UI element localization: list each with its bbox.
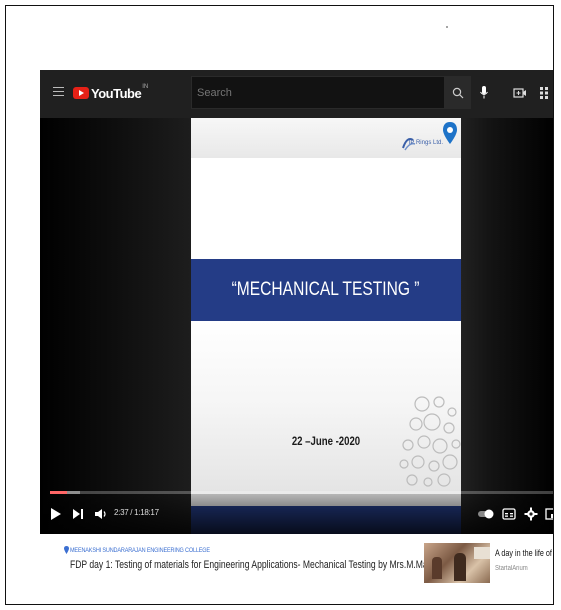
player-controls: 2:37 / 1:18:17 (40, 494, 554, 534)
player-letterbox-left (40, 118, 191, 534)
time-display: 2:37 / 1:18:17 (114, 508, 159, 517)
search-box (191, 76, 445, 109)
autoplay-toggle-icon[interactable] (477, 507, 495, 521)
youtube-page: YouTube IN Search IP Rings Ltd. “MECHANI… (40, 70, 554, 604)
slide-date: 22 –June -2020 (291, 434, 361, 448)
search-icon (452, 87, 464, 98)
next-video-thumbnail[interactable] (424, 543, 490, 583)
video-player[interactable]: IP Rings Ltd. “MECHANICAL TESTING ” 22 –… (40, 118, 554, 534)
play-icon[interactable] (50, 507, 62, 521)
next-video-channel: StartalArium (495, 565, 528, 572)
country-code: IN (142, 84, 149, 90)
video-title: FDP day 1: Testing of materials for Engi… (70, 559, 444, 571)
video-info: MEENAKSHI SUNDARARAJAN ENGINEERING COLLE… (40, 534, 553, 604)
speck (446, 26, 448, 28)
channel-name[interactable]: MEENAKSHI SUNDARARAJAN ENGINEERING COLLE… (70, 547, 210, 554)
settings-gear-icon[interactable] (524, 507, 538, 521)
youtube-play-icon (73, 87, 89, 99)
menu-icon[interactable] (53, 87, 64, 97)
slide-header: IP Rings Ltd. (191, 118, 461, 158)
youtube-logo[interactable]: YouTube IN (73, 84, 148, 102)
next-video-title[interactable]: A day in the life of Me (495, 548, 553, 558)
create-video-icon[interactable] (513, 86, 527, 100)
apps-grid-icon[interactable] (537, 86, 551, 100)
slide-title-banner: “MECHANICAL TESTING ” (191, 259, 461, 321)
company-logo-text: IP Rings Ltd. (408, 140, 443, 146)
top-bar: YouTube IN (40, 70, 553, 118)
miniplayer-icon[interactable] (545, 507, 554, 521)
location-pin-icon (443, 122, 457, 144)
location-pin-icon (64, 546, 69, 554)
microphone-icon (480, 85, 488, 98)
search-input[interactable] (192, 77, 417, 108)
logo-text: YouTube (91, 85, 142, 101)
next-icon[interactable] (72, 507, 84, 521)
subtitles-icon[interactable] (502, 507, 516, 521)
search-button[interactable] (445, 76, 471, 109)
voice-search-button[interactable] (475, 80, 493, 104)
player-letterbox-right (460, 118, 553, 534)
volume-icon[interactable] (94, 507, 108, 521)
screenshot-frame: YouTube IN Search IP Rings Ltd. “MECHANI… (5, 5, 554, 605)
slide-title: “MECHANICAL TESTING ” (232, 279, 420, 300)
presentation-slide: IP Rings Ltd. “MECHANICAL TESTING ” 22 –… (191, 118, 461, 534)
